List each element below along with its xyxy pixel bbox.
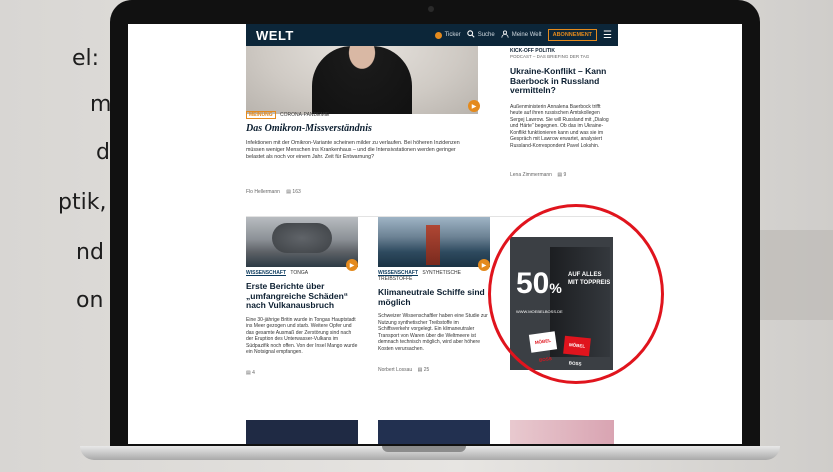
comment-icon: ▤ [286, 189, 292, 195]
tag-tonga[interactable]: TONGA [290, 270, 308, 276]
comment-icon: ▤ [417, 366, 423, 373]
bg-word-5: nd [76, 240, 104, 265]
my-welt-label: Meine Welt [511, 32, 542, 38]
ticker-label: Ticker [444, 32, 461, 38]
lead-article[interactable]: MEINUNG CORONA-PANDEMIE Das Omikron-Miss… [246, 111, 478, 195]
bg-word-3: d [96, 140, 110, 165]
side-article-meta: Lena Zimmermann ▤ 9 [510, 172, 614, 178]
comment-icon: ▤ [557, 171, 563, 178]
bottom-card-image-1[interactable] [246, 420, 358, 444]
ship-tags: WISSENSCHAFT SYNTHETISCHE TREIBSTOFFE [378, 270, 490, 282]
background-shelf [760, 230, 833, 320]
volcano-article[interactable]: WISSENSCHAFT TONGA Erste Berichte über „… [246, 270, 358, 376]
lead-article-teaser: Infektionen mit der Omikron-Variante sch… [246, 140, 460, 160]
highlight-circle [488, 204, 664, 384]
bg-word-6: on [76, 288, 104, 313]
volcano-title[interactable]: Erste Berichte über „umfangreiche Schäde… [246, 281, 358, 311]
side-article-title[interactable]: Ukraine-Konflikt – Kann Baerbock in Russ… [510, 66, 614, 96]
bg-word-4: ptik, [58, 190, 107, 215]
ship-author[interactable]: Norbert Lossau [378, 367, 412, 373]
ash-cloud [272, 223, 332, 253]
volcano-image[interactable] [246, 217, 358, 267]
comment-count[interactable]: 163 [292, 189, 300, 195]
lead-article-title[interactable]: Das Omikron-Missverständnis [246, 123, 478, 134]
ticker-icon [434, 31, 442, 39]
side-article[interactable]: KICK-OFF POLITIK PODCAST – DAS BRIEFING … [510, 48, 614, 178]
ship-comment-count[interactable]: 25 [424, 367, 430, 373]
user-icon [501, 30, 509, 40]
ship-teaser: Schweizer Wissenschaftler haben eine Stu… [378, 313, 488, 352]
ticker-link[interactable]: Ticker [434, 31, 461, 39]
background-slide-text: el: m d ptik, nd on [0, 0, 112, 472]
site-header: WELT Ticker Suche Meine Welt ABONNEMENT … [246, 24, 618, 46]
volcano-comment-count[interactable]: 4 [252, 370, 255, 376]
tag-opinion[interactable]: MEINUNG [246, 111, 276, 119]
container-ship [426, 225, 440, 265]
volcano-tags: WISSENSCHAFT TONGA [246, 270, 358, 276]
search-label: Suche [477, 32, 495, 38]
laptop-notch [382, 446, 466, 452]
ship-article[interactable]: WISSENSCHAFT SYNTHETISCHE TREIBSTOFFE Kl… [378, 270, 490, 373]
subscribe-button[interactable]: ABONNEMENT [547, 29, 598, 41]
volcano-teaser: Eine 30-jährige Britin wurde in Tongas H… [246, 316, 358, 356]
my-welt-link[interactable]: Meine Welt [501, 30, 542, 40]
author-name[interactable]: Flo Hellermann [246, 189, 280, 195]
bg-word-1: el: [72, 46, 100, 71]
lead-article-tags: MEINUNG CORONA-PANDEMIE [246, 111, 478, 119]
volcano-meta: ▤ 4 [246, 370, 358, 376]
lead-article-meta: Flo Hellermann ▤ 163 [246, 189, 478, 195]
bg-word-2: m [90, 92, 112, 117]
menu-icon[interactable]: ☰ [603, 30, 612, 41]
search-link[interactable]: Suche [466, 30, 495, 40]
play-icon[interactable]: ▶ [468, 100, 480, 112]
laptop-frame: WELT Ticker Suche Meine Welt ABONNEMENT … [110, 0, 760, 450]
lead-article-image[interactable] [246, 46, 478, 114]
ship-image[interactable] [378, 217, 490, 267]
ship-meta: Norbert Lossau ▤ 25 [378, 367, 490, 373]
webcam-icon [428, 6, 434, 12]
browser-screen: WELT Ticker Suche Meine Welt ABONNEMENT … [128, 24, 742, 444]
tag-science[interactable]: WISSENSCHAFT [246, 270, 286, 276]
bottom-card-image-3[interactable] [510, 420, 614, 444]
tag-topic[interactable]: CORONA-PANDEMIE [280, 112, 329, 118]
search-icon [466, 30, 475, 40]
side-article-teaser: Außenministerin Annalena Baerbock trifft… [510, 103, 609, 150]
side-comment-count[interactable]: 9 [563, 172, 566, 178]
site-logo[interactable]: WELT [256, 28, 294, 43]
comment-icon: ▤ [246, 370, 251, 377]
side-subkicker: PODCAST – DAS BRIEFING DER TAG [510, 54, 590, 59]
side-author[interactable]: Lena Zimmermann [510, 172, 552, 178]
bottom-card-image-2[interactable] [378, 420, 490, 444]
ship-title[interactable]: Klimaneutrale Schiffe sind möglich [378, 287, 490, 307]
portrait-figure [312, 46, 412, 114]
